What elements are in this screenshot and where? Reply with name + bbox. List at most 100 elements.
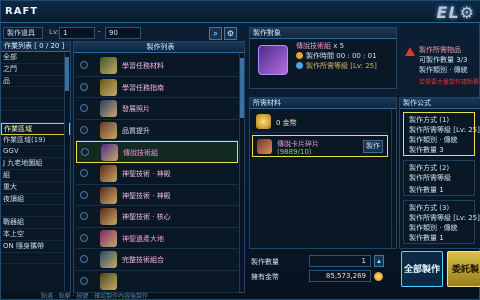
- item-name: 神聖技術 · 核心: [122, 213, 171, 222]
- category-item[interactable]: 夜讀組: [1, 194, 70, 206]
- item-row[interactable]: 傳說技術組: [76, 141, 238, 163]
- radio-icon[interactable]: [80, 61, 88, 69]
- category-panel: 作業列表 [ 0 / 20 ] 全部 之門品作業區域 作業區域(19) GGV J 九老…: [1, 41, 71, 293]
- formula-panel: 製作公式 製作方式 (1) 製作所需等級 [Lv: 25] 製作類別 · 傳統 …: [399, 97, 480, 249]
- craft-all-button[interactable]: 全部製作: [401, 251, 443, 287]
- gear-icon[interactable]: ⚙: [224, 27, 237, 40]
- item-name: 發展照片: [122, 105, 150, 114]
- category-scrollbar[interactable]: [64, 53, 69, 291]
- material-qty: (9889/10): [277, 148, 312, 156]
- game-logo: EL⚙: [436, 3, 475, 22]
- item-scrollbar[interactable]: [239, 54, 244, 292]
- card-icon: [257, 139, 272, 154]
- radio-icon[interactable]: [80, 190, 88, 199]
- radio-icon[interactable]: [80, 104, 88, 113]
- radio-icon[interactable]: [80, 169, 88, 177]
- item-name: 品質提升: [122, 126, 150, 135]
- note-line-3: 製作類別 · 傳統: [419, 66, 468, 74]
- note-line-2: 可製作數量 3/3: [419, 56, 468, 64]
- material-name: 0 金幣: [276, 119, 297, 127]
- filter-bar: 製作道具 Lv: 1 - 90 ⌕ ⚙: [1, 25, 241, 41]
- make-material-button[interactable]: 製作: [363, 140, 383, 153]
- radio-icon[interactable]: [80, 255, 88, 264]
- formula-option-2[interactable]: 製作方式 (2) 製作所需等級 製作數量 1: [403, 160, 475, 196]
- item-row[interactable]: 學習任務材料: [76, 55, 238, 77]
- item-row[interactable]: 神聖技術 · 核心: [76, 206, 238, 228]
- formula-type: 製作類別 · 傳統: [409, 224, 458, 232]
- formula-qty: 製作數量 1: [409, 234, 444, 242]
- category-item[interactable]: [1, 99, 70, 111]
- item-icon: [100, 57, 117, 74]
- formula-qty: 製作數量 1: [409, 186, 444, 194]
- formula-title: 製作方式 (3): [409, 204, 450, 212]
- category-select[interactable]: 製作道具: [3, 27, 43, 39]
- item-icon: [100, 121, 117, 139]
- item-row[interactable]: 發展照片: [76, 98, 238, 120]
- category-item[interactable]: [1, 87, 70, 100]
- category-item[interactable]: 本上空: [1, 229, 70, 241]
- materials-scrollbar[interactable]: [391, 110, 396, 248]
- item-row[interactable]: 學習任務指南: [76, 77, 238, 99]
- item-icon: [100, 100, 117, 118]
- category-item[interactable]: 戰器組: [1, 217, 70, 229]
- category-item[interactable]: ON 隨身攜帶: [1, 241, 70, 253]
- formula-type: 製作類別 · 傳統: [409, 136, 458, 144]
- radio-icon[interactable]: [80, 212, 88, 221]
- formula-qty: 製作數量 3: [409, 146, 444, 154]
- quantity-stepper[interactable]: ▴: [374, 255, 384, 267]
- item-name: 學習任務指南: [122, 83, 164, 92]
- formula-level: 製作所需等級: [409, 174, 451, 182]
- quantity-label: 製作數量: [251, 258, 279, 266]
- item-row[interactable]: 品質提升: [76, 120, 238, 142]
- radio-icon[interactable]: [81, 148, 89, 157]
- item-icon: [100, 273, 117, 290]
- formula-title: 製作方式 (2): [409, 164, 450, 172]
- quantity-input[interactable]: 1: [309, 255, 371, 267]
- category-item[interactable]: GGV: [1, 146, 70, 159]
- category-item[interactable]: 組: [1, 170, 70, 182]
- category-item[interactable]: 之門: [1, 64, 70, 76]
- level-max-input[interactable]: 90: [105, 27, 141, 39]
- clock-icon: [296, 52, 303, 59]
- category-item[interactable]: [1, 253, 70, 265]
- formula-level: 製作所需等級 [Lv: 25]: [409, 126, 480, 134]
- target-name: 傳說技術組 x 5: [296, 41, 344, 51]
- window-title: RAFT: [5, 6, 39, 17]
- category-item[interactable]: 重大: [1, 182, 70, 194]
- formula-level: 製作所需等級 [Lv: 25]: [409, 214, 480, 222]
- category-item[interactable]: 作業區域: [1, 122, 70, 135]
- category-item[interactable]: 品: [1, 76, 70, 88]
- item-row[interactable]: 神聖技術 · 神殿: [76, 185, 238, 207]
- category-item[interactable]: J 九老地圖組: [1, 158, 70, 170]
- radio-icon[interactable]: [80, 82, 88, 91]
- category-list: 全部 之門品作業區域 作業區域(19) GGV J 九老地圖組組重大 夜讀組戰器組 本上空 O…: [1, 52, 70, 265]
- commission-button[interactable]: 委託製: [447, 251, 480, 287]
- title-bar: RAFT EL⚙: [1, 1, 480, 23]
- material-row[interactable]: 0 金幣: [252, 111, 388, 133]
- item-row[interactable]: [76, 271, 238, 293]
- scroll-thumb[interactable]: [65, 57, 69, 91]
- gold-amount: 85,573,269: [309, 270, 371, 282]
- scroll-thumb[interactable]: [240, 58, 244, 118]
- item-icon: [100, 251, 117, 269]
- craft-time: 製作時間 00 : 00 : 01: [306, 51, 377, 61]
- search-icon[interactable]: ⌕: [209, 27, 222, 40]
- category-header: 作業列表 [ 0 / 20 ]: [1, 41, 70, 52]
- material-row-selected[interactable]: 傳說卡片碎片 (9889/10) 製作: [252, 135, 388, 157]
- formula-option-3[interactable]: 製作方式 (3) 製作所需等級 [Lv: 25] 製作類別 · 傳統 製作數量 …: [403, 200, 480, 244]
- coin-icon: [256, 114, 271, 129]
- item-row[interactable]: 完整技術組合: [76, 249, 238, 271]
- target-header: 製作對象: [250, 28, 396, 39]
- item-row[interactable]: 神聖遺產大地: [76, 228, 238, 250]
- category-item[interactable]: [1, 205, 70, 218]
- radio-icon[interactable]: [80, 125, 88, 134]
- radio-icon[interactable]: [80, 277, 88, 285]
- item-row[interactable]: 神聖技術 · 神殿: [76, 163, 238, 185]
- level-min-input[interactable]: 1: [59, 27, 95, 39]
- category-item[interactable]: [1, 111, 70, 123]
- formula-option-1[interactable]: 製作方式 (1) 製作所需等級 [Lv: 25] 製作類別 · 傳統 製作數量 …: [403, 112, 480, 156]
- radio-icon[interactable]: [80, 233, 88, 242]
- formula-header: 製作公式: [400, 98, 480, 109]
- category-item[interactable]: 全部: [1, 52, 70, 64]
- category-item[interactable]: 作業區域(19): [1, 135, 70, 147]
